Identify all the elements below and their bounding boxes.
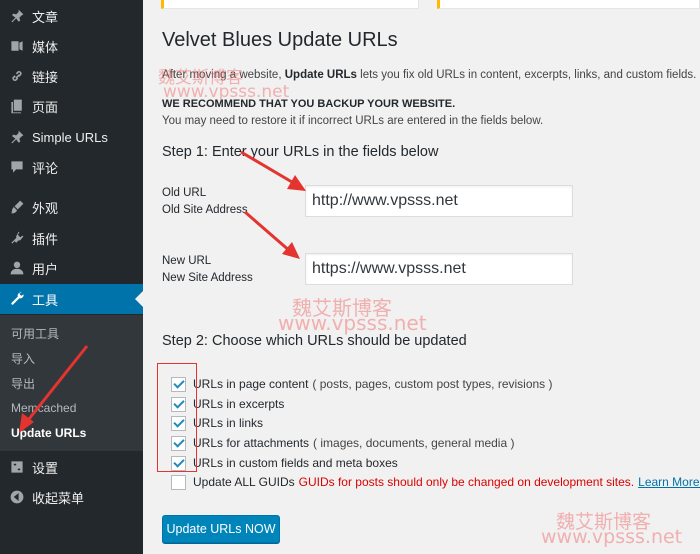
option-update-guids[interactable]: Update ALL GUIDs GUIDs for posts should … <box>171 474 700 490</box>
arrowhead <box>287 175 306 191</box>
menu-label: 收起菜单 <box>32 490 85 506</box>
collapse-menu-button[interactable]: 收起菜单 <box>0 482 143 512</box>
submenu-item-update-urls[interactable]: Update URLs <box>11 426 86 440</box>
menu-label: 页面 <box>32 99 59 115</box>
menu-label: 评论 <box>32 160 59 176</box>
option-page-content[interactable]: URLs in page content ( posts, pages, cus… <box>171 376 553 392</box>
arrowhead <box>282 242 300 259</box>
old-url-label: Old URL Old Site Address <box>162 187 248 216</box>
watermark: www.vpsss.net <box>278 311 427 335</box>
menu-item-links[interactable]: 链接 <box>0 61 143 91</box>
watermark: www.vpsss.net <box>541 526 683 548</box>
menu-item-posts[interactable]: 文章 <box>0 1 143 31</box>
menu-label: 媒体 <box>32 39 59 55</box>
menu-label: 外观 <box>32 200 59 216</box>
menu-item-plugins[interactable]: 插件 <box>0 223 143 253</box>
collapse-icon <box>8 488 26 506</box>
menu-item-comments[interactable]: 评论 <box>0 152 143 182</box>
option-attachments[interactable]: URLs for attachments ( images, documents… <box>171 435 514 451</box>
submenu-item-export[interactable]: 导出 <box>11 375 35 392</box>
menu-item-settings[interactable]: 设置 <box>0 452 143 482</box>
submenu-item-import[interactable]: 导入 <box>11 350 35 367</box>
menu-label: 链接 <box>32 69 59 85</box>
step1-title: Step 1: Enter your URLs in the fields be… <box>162 144 439 160</box>
menu-item-media[interactable]: 媒体 <box>0 31 143 61</box>
new-url-input[interactable]: https://www.vpsss.net <box>305 253 573 285</box>
annotation-highlight-box <box>157 363 197 472</box>
settings-icon <box>8 458 26 476</box>
checkbox[interactable] <box>171 474 186 490</box>
step2-title: Step 2: Choose which URLs should be upda… <box>162 333 467 349</box>
restore-note: You may need to restore it if incorrect … <box>162 115 544 127</box>
menu-item-pages[interactable]: 页面 <box>0 91 143 121</box>
notice-box <box>161 0 419 9</box>
option-custom-fields[interactable]: URLs in custom fields and meta boxes <box>171 455 398 471</box>
plugin-icon <box>8 229 26 247</box>
update-urls-button[interactable]: Update URLs NOW <box>162 515 280 543</box>
menu-item-tools[interactable]: 工具 <box>0 284 143 314</box>
tools-submenu: 可用工具 导入 导出 Memcached Update URLs <box>0 315 143 451</box>
menu-item-simple-urls[interactable]: Simple URLs <box>0 122 143 152</box>
watermark: www.vpsss.net <box>163 82 290 102</box>
menu-label: 用户 <box>32 261 59 277</box>
menu-label: Simple URLs <box>32 129 108 145</box>
page-icon <box>8 97 26 115</box>
menu-item-users[interactable]: 用户 <box>0 253 143 283</box>
wrench-icon <box>8 290 26 308</box>
menu-label: 插件 <box>32 231 59 247</box>
pushpin-icon <box>8 7 26 25</box>
media-icon <box>8 37 26 55</box>
comment-icon <box>8 158 26 176</box>
menu-label: 文章 <box>32 9 59 25</box>
arrow-to-new-url <box>244 210 292 254</box>
pushpin-icon <box>8 128 26 146</box>
menu-item-appearance[interactable]: 外观 <box>0 192 143 222</box>
new-url-label: New URL New Site Address <box>162 255 253 284</box>
page-title: Velvet Blues Update URLs <box>162 29 398 51</box>
submenu-item-available-tools[interactable]: 可用工具 <box>11 325 59 342</box>
brush-icon <box>8 198 26 216</box>
learn-more-link[interactable]: Learn More. <box>638 475 700 489</box>
user-icon <box>8 259 26 277</box>
menu-label: 设置 <box>32 460 59 476</box>
menu-label: 工具 <box>32 292 59 308</box>
submenu-item-memcached[interactable]: Memcached <box>11 401 76 415</box>
notice-box <box>437 0 700 9</box>
old-url-input[interactable]: http://www.vpsss.net <box>305 185 573 217</box>
admin-sidebar: 文章 媒体 链接 页面 Simple URLs 评论 外观 插件 用户 工具 可… <box>0 0 143 554</box>
link-icon <box>8 67 26 85</box>
